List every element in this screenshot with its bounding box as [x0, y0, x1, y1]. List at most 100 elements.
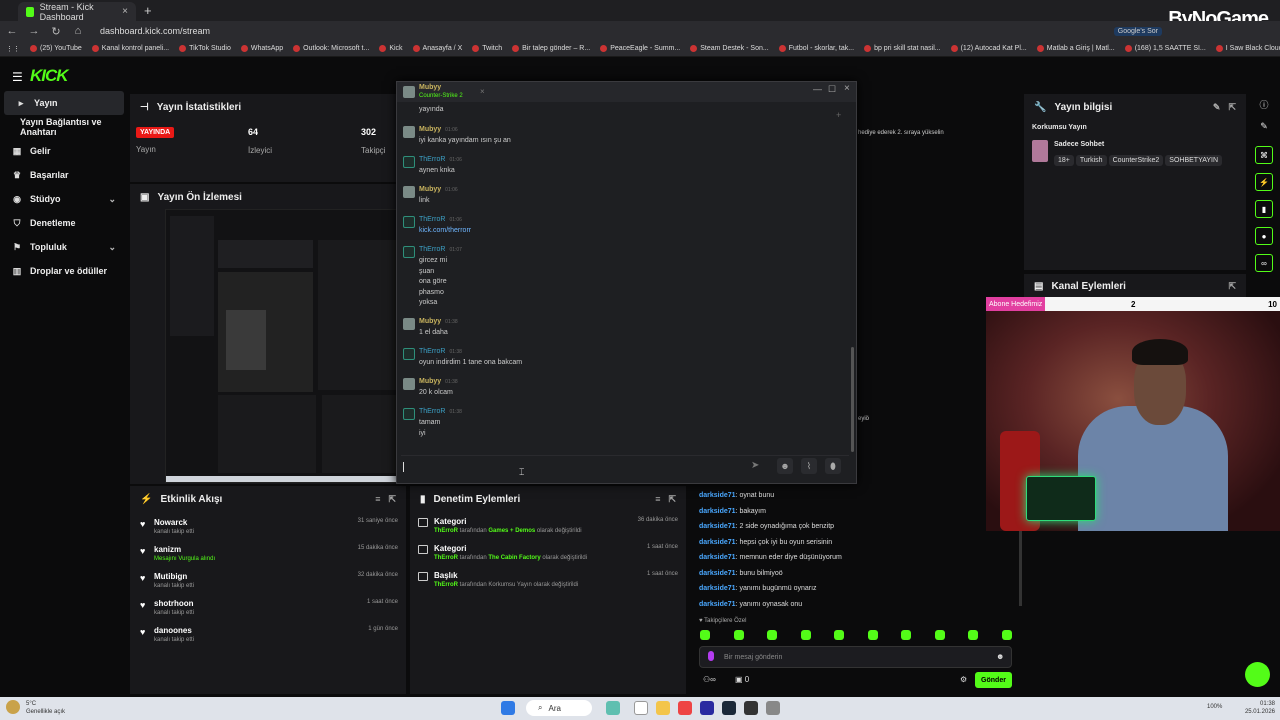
mic-icon[interactable]: [708, 651, 714, 661]
chevron-down-icon: ⌄: [108, 193, 116, 204]
help-chat-button[interactable]: [1245, 662, 1270, 687]
bookmark-item[interactable]: Kick: [379, 45, 403, 52]
emoticon-icon[interactable]: ☻: [777, 458, 793, 474]
sidebar-item-gelir[interactable]: ▦ Gelir: [0, 139, 128, 163]
sidebar-item-stream-key[interactable]: Yayın Bağlantısı ve Anahtarı: [0, 115, 128, 139]
minimize-icon[interactable]: —: [813, 84, 822, 94]
obs-icon[interactable]: [744, 701, 758, 715]
taskbar-search[interactable]: ⌕ Ara: [526, 700, 592, 716]
emote-icon[interactable]: [834, 630, 845, 640]
tab-close-icon[interactable]: ×: [480, 87, 485, 96]
emote-icon[interactable]: [968, 630, 979, 640]
bookmark-item[interactable]: I Saw Black Clouds -...: [1215, 45, 1280, 52]
emote-icon[interactable]: [934, 630, 945, 640]
forward-icon[interactable]: →: [28, 25, 40, 37]
emote-icon[interactable]: [1001, 630, 1012, 640]
send-arrow-icon[interactable]: ➤: [751, 460, 759, 471]
battery-indicator[interactable]: 100%: [1207, 704, 1222, 710]
bookmark-item[interactable]: (168) 1,5 SAATTE SI...: [1124, 45, 1206, 52]
menu-icon[interactable]: ☰: [12, 70, 23, 84]
weather-widget[interactable]: 5°C Genellikle açık: [26, 700, 65, 716]
bookmark-item[interactable]: Steam Destek - Son...: [690, 45, 769, 52]
message-text[interactable]: kick.com/therrorr: [419, 227, 471, 234]
sidebar-item-topluluk[interactable]: ⚑ Topluluk ⌄: [0, 235, 128, 259]
clock[interactable]: 01:38 25.01.2026: [1243, 700, 1275, 716]
bookmark-item[interactable]: PeaceEagle - Summ...: [600, 45, 680, 52]
message-text: phasmo: [419, 288, 444, 296]
sidebar-item-basarilar[interactable]: ♛ Başarılar: [0, 163, 128, 187]
bookmark-item[interactable]: TikTok Studio: [179, 45, 231, 52]
filter-icon[interactable]: ≡: [655, 494, 660, 505]
taskbar-app-icon[interactable]: [766, 701, 780, 715]
popout-icon[interactable]: ⇱: [1228, 281, 1236, 292]
weather-icon[interactable]: [6, 700, 20, 714]
taskbar-app-icon[interactable]: [700, 701, 714, 715]
filter-icon[interactable]: ≡: [375, 494, 380, 505]
bookmark-item[interactable]: Futbol - skorlar, tak...: [778, 45, 854, 52]
steam-icon[interactable]: [722, 701, 736, 715]
popout-icon[interactable]: ⇱: [668, 494, 676, 505]
bookmark-item[interactable]: Anasayfa / X: [412, 45, 462, 52]
lightning-icon[interactable]: ⚡: [1255, 173, 1273, 191]
close-icon[interactable]: ×: [844, 83, 850, 94]
reload-icon[interactable]: ↻: [50, 25, 62, 38]
new-tab-icon[interactable]: +: [144, 3, 152, 18]
sidebar-item-droplar[interactable]: ▥ Droplar ve ödüller: [0, 259, 128, 283]
file-explorer-icon[interactable]: [656, 701, 670, 715]
chat-window-titlebar[interactable]: Mubyy Counter-Strike 2 × — ☐ ×: [397, 82, 856, 102]
url-field[interactable]: dashboard.kick.com/stream: [100, 26, 210, 36]
emote-icon[interactable]: [700, 630, 710, 640]
apps-icon[interactable]: ⋮⋮: [6, 45, 20, 53]
sidebar-item-yayin[interactable]: ▸ Yayın: [4, 91, 124, 115]
attach-icon[interactable]: ⌇: [801, 458, 817, 474]
chrome-icon[interactable]: [678, 701, 692, 715]
infinity-icon[interactable]: ⚇∞: [703, 675, 716, 684]
bookmark-item[interactable]: Outlook: Microsoft t...: [293, 45, 369, 52]
info-icon[interactable]: ⓘ: [1248, 98, 1280, 111]
chat-message-input[interactable]: ➤ ☻ ⌇ ⬮: [401, 455, 849, 479]
kick-logo[interactable]: KICK: [30, 66, 69, 86]
google-ask-button[interactable]: Google's Sor: [1113, 27, 1162, 36]
bookmark-item[interactable]: Twitch: [472, 45, 502, 52]
maximize-icon[interactable]: ☐: [828, 84, 836, 95]
start-icon[interactable]: [501, 701, 515, 715]
home-icon[interactable]: ⌂: [72, 25, 84, 37]
pen-icon[interactable]: ✎: [1248, 121, 1280, 132]
raid-icon[interactable]: ⌘: [1255, 146, 1273, 164]
sidebar-item-studyo[interactable]: ◉ Stüdyo ⌄: [0, 187, 128, 211]
chat-input[interactable]: Bir mesaj gönderin: [699, 646, 1012, 668]
gift-icon[interactable]: ▣ 0: [735, 675, 749, 684]
bookmark-item[interactable]: WhatsApp: [240, 45, 283, 52]
chat-bubble-icon[interactable]: ●: [1255, 227, 1273, 245]
taskbar-app-icon[interactable]: [606, 701, 620, 715]
emote-icon[interactable]: [901, 630, 912, 640]
back-icon[interactable]: ←: [6, 25, 18, 37]
send-button[interactable]: Gönder: [975, 672, 1012, 688]
task-view-icon[interactable]: [634, 701, 648, 715]
bookmark-item[interactable]: Matlab a Giriş | Matl...: [1036, 45, 1115, 52]
add-friend-icon[interactable]: +: [836, 110, 841, 120]
chat-scrollbar[interactable]: [851, 347, 854, 452]
message-text: aynen knka: [419, 167, 455, 174]
edit-icon[interactable]: ✎: [1213, 102, 1221, 113]
popout-icon[interactable]: ⇱: [1228, 102, 1236, 113]
bookmark-item[interactable]: Bir talep gönder – R...: [512, 45, 590, 52]
emote-icon[interactable]: [733, 630, 744, 640]
browser-tab[interactable]: Stream - Kick Dashboard ×: [18, 2, 136, 22]
tab-close-icon[interactable]: ×: [122, 6, 128, 17]
emote-icon[interactable]: [800, 630, 811, 640]
bookmark-item[interactable]: (25) YouTube: [30, 45, 82, 52]
emoji-icon[interactable]: ☻: [996, 652, 1004, 661]
chat-settings-icon[interactable]: ⚙: [960, 675, 967, 684]
emote-icon[interactable]: [867, 630, 878, 640]
stream-preview-video[interactable]: [165, 209, 398, 483]
bookmark-item[interactable]: (12) Autocad Kat Pl...: [950, 45, 1027, 52]
popout-icon[interactable]: ⇱: [388, 494, 396, 505]
bookmark-item[interactable]: bp pri skill stat nasil...: [864, 45, 941, 52]
sidebar-item-denetleme[interactable]: ⛉ Denetleme: [0, 211, 128, 235]
voice-icon[interactable]: ⬮: [825, 458, 841, 474]
link-icon[interactable]: ∞: [1255, 254, 1273, 272]
emote-icon[interactable]: [767, 630, 778, 640]
bookmark-item[interactable]: Kanal kontrol paneli...: [91, 45, 169, 52]
clip-icon[interactable]: ▮: [1255, 200, 1273, 218]
